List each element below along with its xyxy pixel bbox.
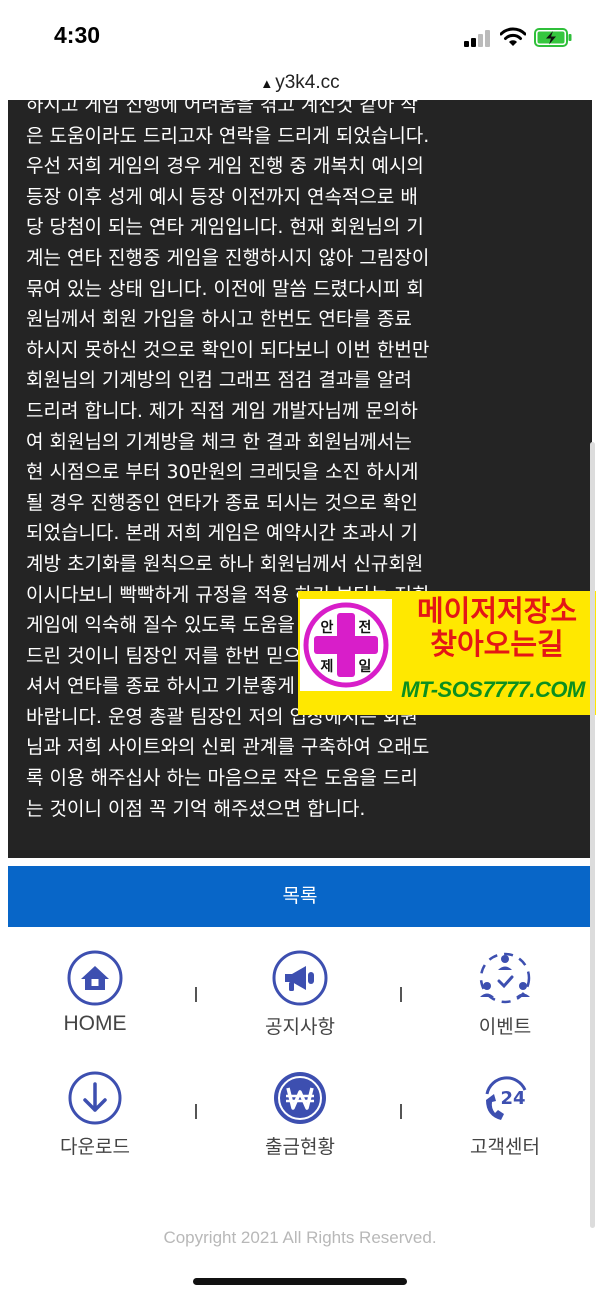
menu-label: 이벤트 <box>478 1016 532 1038</box>
address-bar[interactable]: ▲ y3k4.cc <box>0 70 600 100</box>
menu-divider <box>400 987 402 1002</box>
support-24-icon: 24 <box>485 1076 527 1120</box>
home-indicator[interactable] <box>193 1278 407 1285</box>
menu-notice[interactable]: 공지사항 <box>220 950 380 1039</box>
status-time: 4:30 <box>54 22 101 48</box>
menu-event[interactable]: 이벤트 <box>425 950 585 1039</box>
status-bar: 4:30 <box>0 0 600 70</box>
menu-label: 공지사항 <box>265 1016 335 1038</box>
ad-title-line1: 메이저저장소 <box>416 594 578 628</box>
battery-charging-icon <box>534 28 572 47</box>
url-text[interactable]: ▲ y3k4.cc <box>260 72 339 93</box>
warning-triangle-icon: ▲ <box>260 76 274 91</box>
badge-char: 전 <box>359 619 372 636</box>
badge-char: 제 <box>321 659 334 675</box>
won-coin-icon <box>274 1072 326 1124</box>
megaphone-icon <box>272 950 328 1006</box>
badge-char: 안 <box>321 619 334 636</box>
menu-divider <box>195 987 197 1002</box>
ad-url: MT-SOS7777.COM <box>401 677 585 702</box>
home-icon <box>67 950 123 1006</box>
menu-withdrawal[interactable]: 출금현황 <box>220 1070 380 1159</box>
article-content: 하시고 게임 진행에 어려움을 겪고 계신것 같아 작 은 도움이라도 드리고자… <box>8 100 592 858</box>
menu-label: 다운로드 <box>60 1136 130 1158</box>
menu-home[interactable]: HOME <box>15 950 175 1036</box>
menu-support[interactable]: 24 고객센터 <box>425 1070 585 1159</box>
menu-divider <box>400 1104 402 1119</box>
copyright-text: Copyright 2021 All Rights Reserved. <box>163 1228 437 1247</box>
menu-label: HOME <box>63 1012 127 1035</box>
url-domain: y3k4.cc <box>275 72 340 93</box>
safety-first-badge-icon: 안 전 제 일 <box>300 599 392 691</box>
scrollbar[interactable] <box>590 442 595 1228</box>
svg-text:24: 24 <box>500 1088 525 1109</box>
ad-banner[interactable]: 안 전 제 일 메이저저장소 찾아오는길 MT-SOS7777.COM <box>298 591 596 715</box>
menu-label: 출금현황 <box>265 1136 335 1158</box>
article-text: 하시고 게임 진행에 어려움을 겪고 계신것 같아 작 은 도움이라도 드리고자… <box>26 100 430 820</box>
cellular-signal-icon <box>464 30 492 47</box>
list-button[interactable]: 목록 <box>8 866 592 927</box>
menu-label: 고객센터 <box>470 1136 540 1158</box>
event-people-icon <box>479 952 531 1004</box>
download-icon <box>68 1071 122 1125</box>
wifi-icon <box>500 27 526 46</box>
badge-char: 일 <box>359 659 372 675</box>
menu-download[interactable]: 다운로드 <box>15 1070 175 1159</box>
ad-title-line2: 찾아오는길 <box>430 627 564 661</box>
ad-title: 메이저저장소 찾아오는길 <box>398 595 596 661</box>
menu-divider <box>195 1104 197 1119</box>
